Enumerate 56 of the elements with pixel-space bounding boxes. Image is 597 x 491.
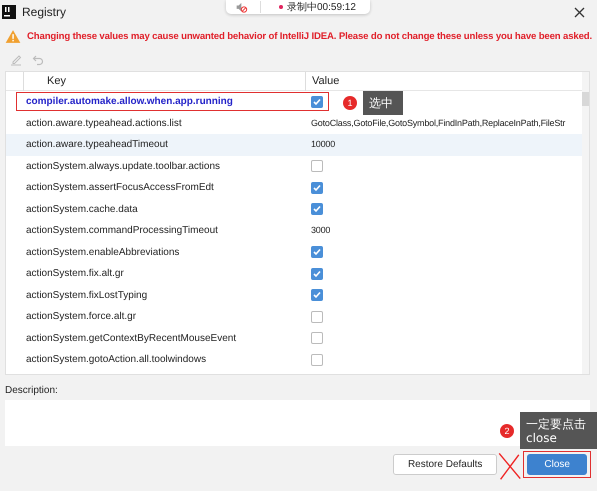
checkbox[interactable] <box>311 203 323 216</box>
value-cell: 10000 <box>311 139 336 150</box>
table-row[interactable]: action.aware.typeahead.actions.list GotoClass,GotoFile,GotoSymbol,FindInPath,ReplaceInPath,FileStr <box>6 112 582 134</box>
key-cell: compiler.automake.allow.when.app.running <box>26 96 233 108</box>
key-cell: actionSystem.always.update.toolbar.actions <box>26 160 220 172</box>
table-row[interactable]: compiler.automake.allow.when.app.running 1 选中 <box>6 91 582 112</box>
recording-timer: 录制中00:59:12 <box>287 0 356 14</box>
checkbox[interactable] <box>311 310 323 323</box>
table-row[interactable]: actionSystem.always.update.toolbar.actions <box>6 156 582 177</box>
key-cell: actionSystem.enableAbbreviations <box>26 246 180 258</box>
table-row[interactable]: actionSystem.gotoAction.all.toolwindows <box>6 349 582 370</box>
column-header[interactable]: Key <box>23 72 305 91</box>
checkbox[interactable] <box>311 160 323 172</box>
table-row[interactable]: actionSystem.getContextByRecentMouseEvent <box>6 328 582 349</box>
checkbox[interactable] <box>311 268 323 280</box>
close-dialog-button[interactable]: Close <box>527 454 587 475</box>
key-cell: actionSystem.commandProcessingTimeout <box>26 225 218 236</box>
description-label: Description: <box>4 384 59 398</box>
key-cell: actionSystem.cache.data <box>26 204 138 215</box>
annotation-tooltip: 一定要点击 close <box>520 412 597 449</box>
table-row[interactable]: actionSystem.cache.data <box>6 198 582 220</box>
table-row[interactable]: actionSystem.fixLostTyping <box>6 284 582 306</box>
key-cell: actionSystem.fixLostTyping <box>26 290 148 301</box>
checkbox[interactable] <box>311 354 323 366</box>
table-row[interactable]: actionSystem.enableAbbreviations <box>6 242 582 263</box>
key-cell: actionSystem.gotoAction.all.toolwindows <box>26 354 206 366</box>
checkbox[interactable] <box>311 332 323 344</box>
annotation-tooltip: 选中 <box>363 91 403 115</box>
undo-icon[interactable] <box>32 54 44 66</box>
key-cell: actionSystem.fix.alt.gr <box>26 268 124 280</box>
warning-message: Changing these values may cause unwanted behavior of IntelliJ IDEA. Please do not change these unless you have been asked. <box>27 30 592 42</box>
key-cell: actionSystem.getContextByRecentMouseEvent <box>26 332 236 344</box>
table-row[interactable]: action.aware.typeaheadTimeout 10000 <box>6 134 582 156</box>
key-cell: action.aware.typeahead.actions.list <box>26 118 182 129</box>
table-row[interactable]: actionSystem.assertFocusAccessFromEdt <box>6 177 582 198</box>
value-cell: GotoClass,GotoFile,GotoSymbol,FindInPath,ReplaceInPath,FileStr <box>311 118 566 128</box>
key-cell: actionSystem.force.alt.gr <box>26 311 136 322</box>
value-cell: 3000 <box>311 225 330 236</box>
table-row[interactable]: actionSystem.fix.alt.gr <box>6 263 582 284</box>
table-row[interactable]: actionSystem.force.alt.gr <box>6 306 582 328</box>
checkbox[interactable] <box>311 289 323 302</box>
edit-icon[interactable] <box>10 54 22 66</box>
recording-dot <box>279 5 283 9</box>
close-icon <box>574 6 585 18</box>
scrollbar-thumb[interactable] <box>582 92 589 106</box>
app-icon <box>2 5 16 19</box>
step-badge: 1 <box>343 96 357 110</box>
key-cell: actionSystem.assertFocusAccessFromEdt <box>26 182 214 194</box>
table-row[interactable]: actionSystem.commandProcessingTimeout 3000 <box>6 220 582 242</box>
key-cell: action.aware.typeaheadTimeout <box>26 139 168 150</box>
checkbox[interactable] <box>311 182 323 194</box>
checkbox[interactable] <box>311 246 323 258</box>
step-badge: 2 <box>500 424 514 438</box>
restore-defaults-button[interactable]: Restore Defaults <box>392 454 498 475</box>
checkbox[interactable] <box>311 96 323 108</box>
window-title: Registry <box>22 5 66 19</box>
